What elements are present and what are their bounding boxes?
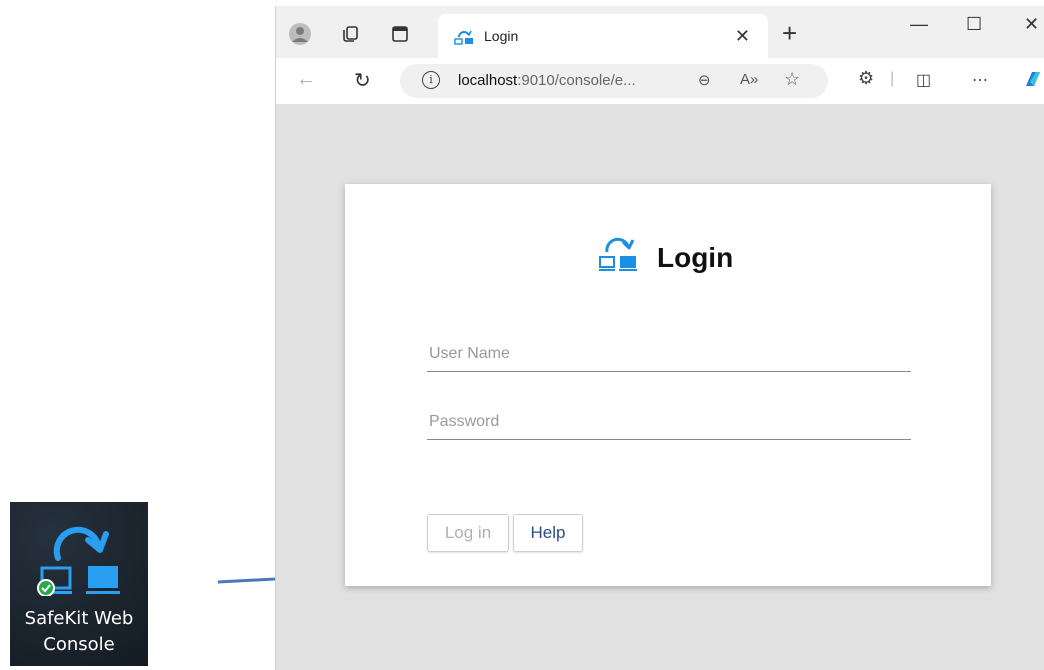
- login-title: Login: [657, 242, 734, 273]
- tab-actions-icon[interactable]: [386, 20, 414, 48]
- password-field[interactable]: [427, 404, 911, 440]
- help-button[interactable]: Help: [513, 514, 583, 552]
- back-icon[interactable]: ←: [296, 68, 316, 91]
- browser-window: Login ✕ + — ☐ ✕ ← ↻ i localhost:9010/con…: [275, 6, 1044, 670]
- address-url: localhost:9010/console/e...: [458, 72, 636, 89]
- safekit-desktop-shortcut[interactable]: SafeKit Web Console: [10, 502, 148, 666]
- safekit-app-icon: [37, 526, 120, 596]
- copilot-icon[interactable]: [1022, 68, 1044, 90]
- read-aloud-icon[interactable]: A»: [740, 71, 758, 88]
- browser-toolbar: ← ↻ i localhost:9010/console/e... ⊖ A» ☆…: [276, 58, 1044, 104]
- split-screen-icon[interactable]: ◫: [916, 70, 931, 90]
- toolbar-divider: |: [890, 70, 895, 87]
- minimize-button[interactable]: —: [910, 14, 928, 35]
- safekit-favicon-icon: [454, 30, 473, 45]
- url-rest: :9010/console/e...: [517, 72, 636, 89]
- info-icon[interactable]: i: [422, 71, 440, 89]
- more-icon[interactable]: ⋯: [972, 70, 988, 90]
- zoom-icon[interactable]: ⊖: [698, 71, 711, 89]
- workspaces-icon[interactable]: [336, 20, 364, 48]
- new-tab-button[interactable]: +: [782, 18, 797, 49]
- login-button[interactable]: Log in: [427, 514, 509, 552]
- maximize-button[interactable]: ☐: [966, 14, 982, 35]
- safekit-logo-icon: [599, 237, 637, 271]
- extensions-icon[interactable]: ⚙: [858, 68, 874, 89]
- close-button[interactable]: ✕: [1024, 14, 1039, 35]
- favorite-icon[interactable]: ☆: [784, 69, 800, 90]
- tab-close-icon[interactable]: ✕: [735, 26, 750, 47]
- url-host: localhost: [458, 72, 518, 89]
- tab-title: Login: [484, 28, 519, 44]
- address-bar[interactable]: i localhost:9010/console/e... ⊖ A» ☆: [400, 64, 828, 98]
- browser-titlebar: Login ✕ + — ☐ ✕: [276, 6, 1044, 60]
- tab-login[interactable]: Login ✕: [438, 14, 768, 60]
- username-input[interactable]: [427, 336, 911, 371]
- desktop-shortcut-label: SafeKit Web Console: [24, 608, 134, 655]
- password-input[interactable]: [427, 404, 911, 439]
- page-viewport: Login Log in Help: [276, 104, 1044, 670]
- refresh-icon[interactable]: ↻: [354, 68, 371, 93]
- username-field[interactable]: [427, 336, 911, 372]
- screenshot-root: SafeKit Web Console Login ✕ + — ☐ ✕ ← ↻ …: [0, 0, 1044, 670]
- profile-icon[interactable]: [286, 20, 314, 48]
- login-card: Login Log in Help: [345, 184, 991, 586]
